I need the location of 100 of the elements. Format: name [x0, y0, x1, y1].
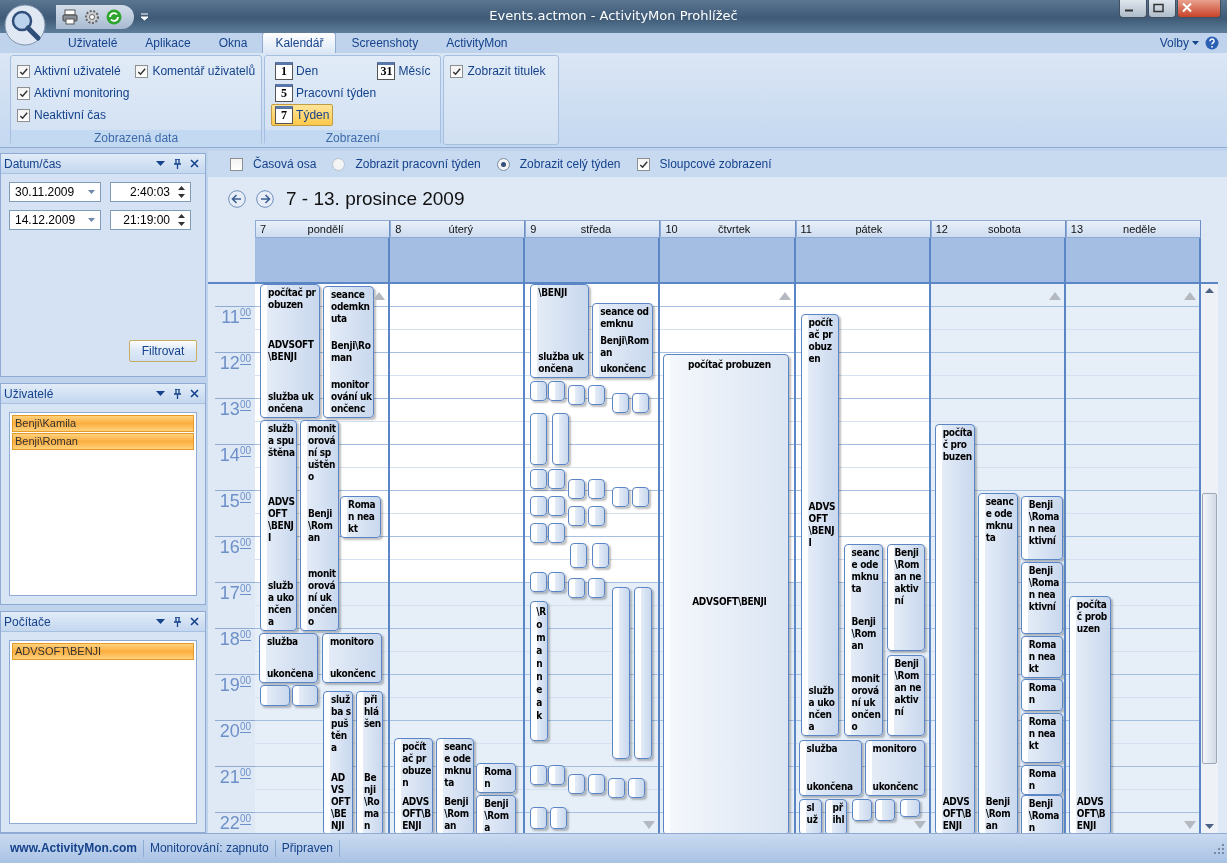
- resize-grip-icon[interactable]: [1213, 842, 1225, 855]
- event-chip[interactable]: [628, 778, 646, 798]
- event-chip[interactable]: [851, 799, 872, 821]
- view-button[interactable]: 5 Pracovní týden: [271, 82, 381, 104]
- calendar-event[interactable]: seance odemknuta Benji\Roman: [436, 738, 475, 833]
- pin-icon[interactable]: [173, 616, 182, 627]
- event-chip[interactable]: [588, 774, 606, 794]
- event-chip[interactable]: [568, 506, 586, 526]
- event-chip[interactable]: [608, 778, 626, 798]
- calendar-event[interactable]: Roman: [476, 763, 517, 793]
- calendar-event[interactable]: služ: [798, 799, 822, 833]
- checkbox[interactable]: [135, 64, 149, 78]
- calendar-event[interactable]: seance odemknu Benji\Roman ukončenc: [592, 303, 654, 378]
- event-chip[interactable]: [588, 385, 606, 405]
- calendar-event[interactable]: služba spuštěna ADVSOFT\BENJI služba ukončena: [260, 420, 297, 631]
- dropdown-icon[interactable]: [156, 391, 165, 396]
- event-chip[interactable]: [548, 572, 566, 592]
- scrollbar-thumb[interactable]: [1202, 493, 1217, 764]
- calendar-event[interactable]: počítač probuzen ADVSOFT\BENJI: [663, 354, 790, 833]
- calendar-event[interactable]: Roman: [1020, 679, 1063, 711]
- event-chip[interactable]: [548, 469, 566, 489]
- event-chip[interactable]: [530, 807, 548, 829]
- calendar-event[interactable]: přihlášen Benji\Roman: [356, 691, 383, 833]
- event-chip[interactable]: [570, 543, 588, 568]
- event-chip[interactable]: [592, 543, 610, 568]
- view-button[interactable]: 7 Týden: [271, 104, 334, 126]
- printer-icon[interactable]: [62, 8, 78, 25]
- calendar-event[interactable]: Benji\Roman neaktivní: [886, 655, 925, 736]
- calendar-event[interactable]: Benji\Roman neaktivní: [886, 544, 925, 651]
- scroll-up-icon[interactable]: [1205, 288, 1214, 293]
- list-item[interactable]: Benji\Roman: [12, 433, 194, 450]
- event-chip[interactable]: [568, 578, 586, 598]
- calendar-event[interactable]: služba ukončena: [259, 633, 318, 683]
- radio-button[interactable]: [496, 157, 510, 171]
- close-icon[interactable]: [190, 389, 199, 398]
- calendar-event[interactable]: Roman neakt: [1020, 713, 1063, 763]
- calendar-event[interactable]: počítač probuzen ADVSOFT\BENJI: [1068, 596, 1111, 833]
- calendar-event[interactable]: monitoro ukončenc: [864, 740, 925, 796]
- checkbox[interactable]: [17, 64, 30, 78]
- scroll-up-icon[interactable]: [373, 292, 386, 300]
- refresh-icon[interactable]: [106, 8, 122, 25]
- ribbon-tab[interactable]: Screenshoty: [338, 33, 432, 53]
- calendar-event[interactable]: seance odemknuta Benji\Roman monitorování ukončenc: [323, 286, 374, 418]
- event-chip[interactable]: [588, 479, 606, 499]
- view-button[interactable]: 1 Den: [271, 60, 323, 82]
- event-chip[interactable]: [612, 487, 630, 507]
- event-chip[interactable]: [530, 469, 548, 489]
- help-icon[interactable]: [1205, 36, 1219, 50]
- scroll-down-icon[interactable]: [1205, 824, 1214, 829]
- ribbon-tab[interactable]: Uživatelé: [55, 33, 131, 53]
- calendar-event[interactable]: Roman neakt: [1020, 636, 1063, 678]
- pin-icon[interactable]: [173, 158, 182, 169]
- event-chip[interactable]: [548, 496, 566, 516]
- list-item[interactable]: Benji\Kamila: [12, 415, 194, 432]
- event-chip[interactable]: [530, 413, 548, 465]
- calendar-event[interactable]: Benji\Roman neaktivní: [1020, 562, 1063, 634]
- website-link[interactable]: www.ActivityMon.com: [0, 840, 144, 857]
- time-field[interactable]: 21:19:00: [110, 210, 191, 230]
- calendar-event[interactable]: Benji\Roman: [1020, 795, 1063, 833]
- checkbox[interactable]: [230, 157, 243, 171]
- time-field[interactable]: 2:40:03: [110, 182, 191, 202]
- calendar-event[interactable]: \Romanneak: [530, 601, 549, 741]
- event-chip[interactable]: [548, 523, 566, 543]
- calendar-event[interactable]: počítač probuzen ADVSOFT\BENJI služba ukončena: [260, 284, 320, 418]
- event-chip[interactable]: [632, 393, 650, 413]
- event-chip[interactable]: [588, 578, 606, 598]
- event-chip[interactable]: [530, 523, 548, 543]
- calendar-event[interactable]: přihl: [824, 799, 847, 833]
- customize-caret-icon[interactable]: [140, 12, 149, 21]
- date-field[interactable]: 30.11.2009: [9, 182, 101, 202]
- calendar-event[interactable]: \BENJI služba ukončena: [530, 284, 590, 378]
- event-chip[interactable]: [634, 587, 653, 759]
- event-chip[interactable]: [632, 487, 650, 507]
- event-chip[interactable]: [548, 381, 566, 401]
- filter-button[interactable]: Filtrovat: [129, 340, 197, 362]
- event-chip[interactable]: [292, 685, 318, 706]
- event-chip[interactable]: [530, 496, 548, 516]
- calendar-event[interactable]: seance odemknuta Benji\Roman: [977, 493, 1018, 833]
- date-field[interactable]: 14.12.2009: [9, 210, 101, 230]
- options-menu[interactable]: Volby: [1159, 36, 1199, 50]
- calendar-event[interactable]: služba spuštěna ADVSOFT\BENJI: [323, 691, 353, 833]
- event-chip[interactable]: [568, 385, 586, 405]
- calendar-event[interactable]: monitorování spuštěno Benji\Roman monitorování ukončeno: [300, 420, 339, 631]
- view-button[interactable]: 31 Měsíc: [373, 60, 435, 82]
- ribbon-tab[interactable]: Okna: [205, 33, 261, 53]
- event-chip[interactable]: [530, 572, 548, 592]
- calendar-event[interactable]: Benji\Roman neaktivní: [1020, 496, 1063, 560]
- gear-icon[interactable]: [84, 8, 100, 25]
- list-item[interactable]: ADVSOFT\BENJI: [12, 643, 194, 660]
- radio-button[interactable]: [332, 157, 346, 171]
- ribbon-tab[interactable]: Aplikace: [132, 33, 204, 53]
- close-icon[interactable]: [190, 159, 199, 168]
- calendar-event[interactable]: Benji\Roma: [476, 795, 517, 833]
- event-chip[interactable]: [612, 587, 631, 759]
- checkbox[interactable]: [17, 86, 30, 100]
- event-chip[interactable]: [260, 685, 290, 706]
- event-chip[interactable]: [568, 479, 586, 499]
- checkbox[interactable]: [17, 108, 30, 122]
- dropdown-icon[interactable]: [156, 161, 165, 166]
- event-chip[interactable]: [899, 799, 920, 817]
